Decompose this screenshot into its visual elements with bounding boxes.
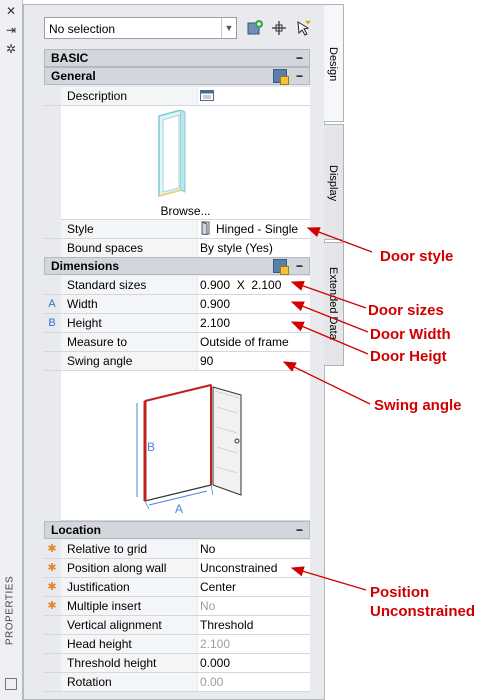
- annotation-door-style: Door style: [380, 248, 454, 265]
- annotation-swing-angle: Swing angle: [374, 397, 462, 414]
- annotation-door-width: Door Width: [370, 326, 451, 343]
- annotation-position-line1: Position: [370, 584, 430, 601]
- annotation-door-sizes: Door sizes: [368, 302, 444, 319]
- annotation-door-height: Door Heigt: [370, 348, 447, 365]
- annotation-position-line2: Unconstrained: [370, 603, 476, 620]
